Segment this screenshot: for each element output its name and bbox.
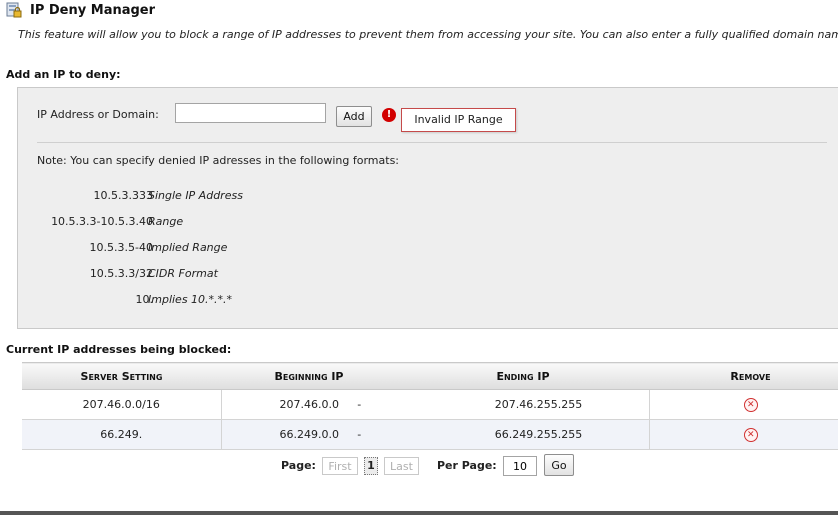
column-header-server-setting[interactable]: Server Setting <box>22 362 221 390</box>
table-row: 207.46.0.0/16 207.46.0.0 - 207.46.255.25… <box>22 389 838 420</box>
format-description: Implied Range <box>148 241 228 254</box>
ip-range-cell: - 207.46.255.255 <box>357 389 649 420</box>
format-row: 10.5.3.3/32 CIDR Format <box>17 267 317 281</box>
blocked-ips-heading: Current IP addresses being blocked: <box>6 343 232 356</box>
table-row: 66.249. 66.249.0.0 - 66.249.255.255 ✕ <box>22 419 838 450</box>
range-separator: - <box>357 428 362 441</box>
format-row: 10. Implies 10.*.*.* <box>17 293 317 307</box>
remove-cell: ✕ <box>648 389 838 420</box>
page-title: IP Deny Manager <box>30 2 156 18</box>
ending-ip-value: 207.46.255.255 <box>494 398 583 411</box>
blocked-ips-table: Server Setting Beginning IP Ending IP Re… <box>22 362 838 450</box>
remove-cell: ✕ <box>648 419 838 450</box>
page-label: Page: <box>281 459 316 472</box>
feature-description: This feature will allow you to block a r… <box>18 28 838 41</box>
format-description: Range <box>148 215 184 228</box>
format-example: 10.5.3.5-40 <box>89 241 153 254</box>
column-header-ending-ip[interactable]: Ending IP <box>397 362 649 390</box>
format-row: 10.5.3.3-10.5.3.40 Range <box>17 215 317 229</box>
ip-address-input[interactable] <box>175 103 326 123</box>
per-page-input[interactable] <box>503 456 537 476</box>
ip-range-cell: - 66.249.255.255 <box>357 419 649 450</box>
format-row: 10.5.3.5-40 Implied Range <box>17 241 317 255</box>
format-description: Single IP Address <box>148 189 243 202</box>
beginning-ip-cell: 207.46.0.0 <box>220 389 397 420</box>
error-icon: ! <box>382 108 396 122</box>
beginning-ip-cell: 66.249.0.0 <box>220 419 397 450</box>
error-message: Invalid IP Range <box>401 108 516 132</box>
add-ip-heading: Add an IP to deny: <box>6 68 121 81</box>
column-header-remove: Remove <box>649 362 838 390</box>
remove-icon[interactable]: ✕ <box>743 428 758 442</box>
table-header-row: Server Setting Beginning IP Ending IP Re… <box>22 362 838 390</box>
per-page-label: Per Page: <box>437 459 497 472</box>
column-header-beginning-ip[interactable]: Beginning IP <box>221 362 397 390</box>
add-button[interactable]: Add <box>336 106 372 127</box>
bottom-bar <box>0 511 838 515</box>
range-separator: - <box>357 398 362 411</box>
format-example: 10.5.3.333 <box>93 189 153 202</box>
format-example: 10.5.3.3/32 <box>89 267 153 280</box>
format-row: 10.5.3.333 Single IP Address <box>17 189 317 203</box>
server-setting-cell: 207.46.0.0/16 <box>22 389 221 420</box>
go-button[interactable]: Go <box>544 454 574 476</box>
ip-field-label: IP Address or Domain: <box>37 108 159 121</box>
current-page[interactable]: 1 <box>364 457 378 475</box>
format-description: Implies 10.*.*.* <box>148 293 233 306</box>
format-description: CIDR Format <box>148 267 218 280</box>
ip-deny-manager-icon <box>6 2 22 18</box>
format-example: 10.5.3.3-10.5.3.40 <box>51 215 153 228</box>
ending-ip-value: 66.249.255.255 <box>494 428 583 441</box>
page-header: IP Deny Manager <box>6 1 155 19</box>
remove-icon[interactable]: ✕ <box>743 398 758 412</box>
last-page-button[interactable]: Last <box>384 457 419 475</box>
format-note: Note: You can specify denied IP adresses… <box>37 154 400 167</box>
server-setting-cell: 66.249. <box>22 419 221 450</box>
panel-divider <box>37 142 827 143</box>
first-page-button[interactable]: First <box>322 457 358 475</box>
